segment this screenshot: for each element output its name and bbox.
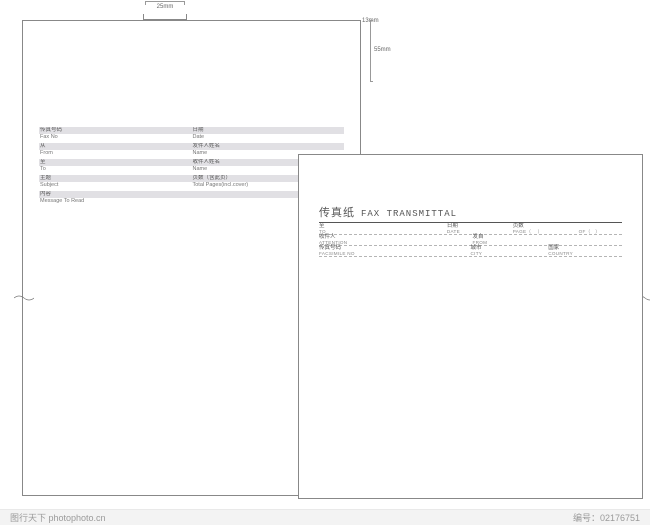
field-label-cn: 内容 (39, 191, 192, 198)
field-label-en: From (39, 150, 192, 157)
title-en: FAX TRANSMITTAL (361, 209, 457, 219)
field-label-en: COUNTRY (548, 251, 622, 256)
dimension-label: 25mm (145, 4, 185, 10)
field-label-cn: 发件人姓名 (192, 143, 345, 150)
field-label-en: Date (192, 134, 345, 141)
field-label-en: CITY (471, 251, 545, 256)
site-credit: 图行天下 photophoto.cn (10, 511, 106, 524)
dimension-label: 55mm (374, 47, 391, 53)
field-label-en: Message To Read (39, 198, 192, 205)
field-label-cn: 传真号码 (39, 127, 192, 134)
fax-transmittal-header: 传真纸 FAX TRANSMITTAL 至 TO 日期 DATE 页数 PAGE… (319, 204, 622, 257)
table-row: 从 发件人姓名 (39, 143, 344, 150)
field-label-cn: 日期 (192, 127, 345, 134)
image-id: 编号：02176751 (573, 511, 640, 524)
field-label-cn: 从 (39, 143, 192, 150)
field-label-en: To (39, 166, 192, 173)
field-label-cn: 至 (39, 159, 192, 166)
watermark-footer: 图行天下 photophoto.cn 编号：02176751 (0, 509, 650, 525)
field-label-en: Subject (39, 182, 192, 189)
table-row: 传真号码 日期 (39, 127, 344, 134)
page-title: 传真纸 FAX TRANSMITTAL (319, 204, 622, 220)
title-cn: 传真纸 (319, 204, 355, 220)
table-row: 传真号码 FACSIMILE NO 城市 CITY 国家 COUNTRY (319, 246, 622, 257)
dimension-25mm: 25mm (145, 1, 185, 14)
fax-template-page-2: 传真纸 FAX TRANSMITTAL 至 TO 日期 DATE 页数 PAGE… (298, 154, 643, 499)
table-row: Fax No Date (39, 134, 344, 141)
field-label-en: Fax No (39, 134, 192, 141)
field-label-en: FACSIMILE NO (319, 251, 467, 256)
dimension-55mm: 55mm (370, 20, 384, 82)
field-label-cn: 主题 (39, 175, 192, 182)
